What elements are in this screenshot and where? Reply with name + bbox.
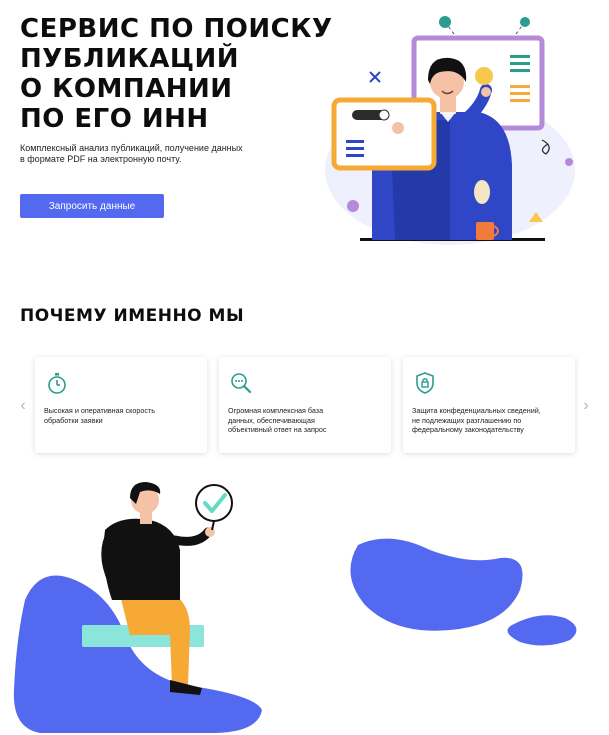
feature-card: Защита конфеденциальных сведений, не под…: [403, 357, 575, 453]
feature-card-line: федеральному законодательству: [412, 425, 524, 434]
bottom-illustration: [13, 482, 577, 733]
feature-card-line: не подлежащих разглашению по: [412, 415, 522, 425]
feature-card-line: Защита конфеденциальных сведений,: [412, 406, 541, 415]
feature-card-text: Защита конфеденциальных сведений, не под…: [412, 406, 568, 435]
feature-card: Огромная комплексная база данных, обеспе…: [219, 357, 391, 453]
chat-search-icon: [231, 373, 252, 394]
hero-illustration: [325, 16, 575, 245]
hero-subtitle: Комплексный анализ публикаций, получение…: [20, 143, 270, 165]
feature-card-line: обработки заявки: [44, 415, 103, 425]
carousel-next-arrow[interactable]: ›: [579, 396, 593, 416]
feature-card-text: Высокая и оперативная скорость обработки…: [44, 406, 200, 425]
feature-card-line: данных, обеспечивающая: [228, 415, 315, 425]
hero-subtitle-line: в формате PDF на электронную почту.: [20, 154, 182, 164]
carousel-prev-arrow[interactable]: ‹: [16, 396, 30, 416]
feature-card: Высокая и оперативная скорость обработки…: [35, 357, 207, 453]
feature-card-line: Высокая и оперативная скорость: [44, 406, 155, 415]
feature-card-text: Огромная комплексная база данных, обеспе…: [228, 406, 384, 435]
request-data-button[interactable]: Запросить данные: [20, 194, 164, 218]
shield-lock-icon: [416, 372, 434, 394]
why-us-title: ПОЧЕМУ ИМЕННО МЫ: [20, 306, 245, 326]
feature-card-line: Огромная комплексная база: [228, 406, 324, 415]
stopwatch-icon: [48, 373, 66, 394]
hero-subtitle-line: Комплексный анализ публикаций, получение…: [20, 143, 243, 153]
feature-card-line: объективный ответ на запрос: [228, 425, 327, 434]
